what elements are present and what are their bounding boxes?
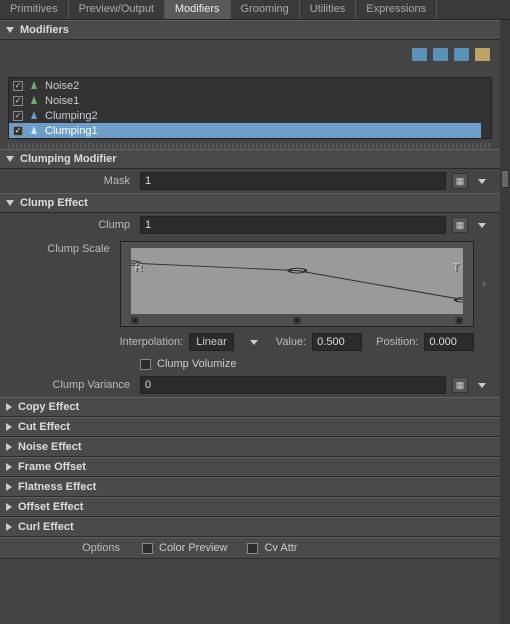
tab-grooming[interactable]: Grooming: [231, 0, 300, 19]
enable-checkbox[interactable]: [13, 111, 23, 121]
curve-position-label: Position:: [376, 336, 418, 348]
tab-expressions[interactable]: Expressions: [356, 0, 437, 19]
collapse-icon: [6, 156, 14, 162]
tab-bar: Primitives Preview/Output Modifiers Groo…: [0, 0, 510, 20]
enable-checkbox[interactable]: [13, 81, 23, 91]
section-title: Modifiers: [20, 24, 69, 36]
tab-modifiers[interactable]: Modifiers: [165, 0, 231, 19]
clump-effect-header[interactable]: Clump Effect: [0, 193, 500, 213]
list-item-label: Clumping1: [45, 125, 487, 137]
section-title: Offset Effect: [18, 501, 83, 513]
modifier-list-toolbar: [0, 48, 500, 65]
modifier-list: Noise2 Noise1 Clumping2 Clumping1: [8, 77, 492, 139]
interpolation-label: Interpolation:: [120, 336, 184, 348]
list-item-label: Clumping2: [45, 110, 487, 122]
clump-node-icon: [29, 111, 39, 121]
clump-volumize-label: Clump Volumize: [157, 358, 236, 370]
mask-input[interactable]: [140, 172, 446, 190]
expand-icon: [6, 523, 12, 531]
enable-checkbox[interactable]: [13, 96, 23, 106]
offset-effect-header[interactable]: Offset Effect: [0, 497, 500, 517]
interpolation-value: Linear: [196, 336, 227, 348]
noise-node-icon: [29, 96, 39, 106]
mask-label: Mask: [10, 175, 140, 187]
list-item-label: Noise2: [45, 80, 487, 92]
collapse-icon: [6, 200, 14, 206]
move-down-icon[interactable]: [433, 48, 448, 61]
clump-input[interactable]: [140, 216, 446, 234]
list-scrollbar[interactable]: [481, 78, 491, 138]
clumping-modifier-header[interactable]: Clumping Modifier: [0, 149, 500, 169]
curve-plot: [131, 248, 464, 314]
tab-primitives[interactable]: Primitives: [0, 0, 69, 19]
interpolation-select[interactable]: Linear: [189, 333, 234, 351]
expand-icon: [6, 503, 12, 511]
list-item-label: Noise1: [45, 95, 487, 107]
list-item[interactable]: Clumping2: [9, 108, 491, 123]
section-title: Clumping Modifier: [20, 153, 117, 165]
clump-volumize-checkbox[interactable]: [140, 359, 151, 370]
tab-utilities[interactable]: Utilities: [300, 0, 356, 19]
expand-icon: [6, 443, 12, 451]
scroll-thumb[interactable]: [501, 170, 509, 188]
curve-left-marker: R: [135, 262, 143, 274]
section-title: Flatness Effect: [18, 481, 96, 493]
list-item[interactable]: Noise2: [9, 78, 491, 93]
noise-effect-header[interactable]: Noise Effect: [0, 437, 500, 457]
curl-effect-header[interactable]: Curl Effect: [0, 517, 500, 537]
connect-map-icon[interactable]: ▦: [452, 377, 468, 393]
collapse-icon: [6, 27, 14, 33]
curve-handle-mid-icon[interactable]: ▣: [293, 315, 302, 326]
frame-offset-header[interactable]: Frame Offset: [0, 457, 500, 477]
color-preview-checkbox[interactable]: [142, 543, 153, 554]
section-title: Curl Effect: [18, 521, 74, 533]
clump-node-icon: [29, 126, 39, 136]
clump-variance-input[interactable]: [140, 376, 446, 394]
clump-label: Clump: [10, 219, 140, 231]
flatness-effect-header[interactable]: Flatness Effect: [0, 477, 500, 497]
mask-menu-icon[interactable]: [474, 173, 490, 189]
cv-attr-label: Cv Attr: [264, 542, 297, 554]
clump-variance-label: Clump Variance: [10, 379, 140, 391]
curve-position-input[interactable]: [424, 333, 474, 351]
connect-map-icon[interactable]: ▦: [452, 173, 468, 189]
noise-node-icon: [29, 81, 39, 91]
curve-value-input[interactable]: [312, 333, 362, 351]
section-title: Cut Effect: [18, 421, 70, 433]
cv-attr-checkbox[interactable]: [247, 543, 258, 554]
clump-menu-icon[interactable]: [474, 217, 490, 233]
connect-map-icon[interactable]: ▦: [452, 217, 468, 233]
curve-right-marker: T: [453, 262, 460, 274]
curve-handle-left-icon[interactable]: ▣: [131, 315, 140, 326]
variance-menu-icon[interactable]: [474, 377, 490, 393]
curve-expand-icon[interactable]: ›: [478, 241, 490, 327]
curve-handle-right-icon[interactable]: ▣: [455, 315, 464, 326]
section-title: Noise Effect: [18, 441, 82, 453]
expand-icon: [6, 463, 12, 471]
color-preview-label: Color Preview: [159, 542, 227, 554]
copy-effect-header[interactable]: Copy Effect: [0, 397, 500, 417]
section-title: Clump Effect: [20, 197, 88, 209]
expand-icon: [6, 483, 12, 491]
options-label: Options: [10, 542, 130, 554]
curve-value-label: Value:: [276, 336, 306, 348]
interpolation-dropdown-icon[interactable]: [246, 334, 262, 350]
section-title: Copy Effect: [18, 401, 79, 413]
section-title: Frame Offset: [18, 461, 86, 473]
clump-scale-label: Clump Scale: [10, 241, 120, 255]
enable-checkbox[interactable]: [13, 126, 23, 136]
expand-icon: [6, 403, 12, 411]
add-modifier-icon[interactable]: [454, 48, 469, 61]
move-up-icon[interactable]: [412, 48, 427, 61]
modifiers-section-header[interactable]: Modifiers: [0, 20, 500, 40]
main-scrollbar[interactable]: [500, 20, 510, 624]
list-item[interactable]: Noise1: [9, 93, 491, 108]
list-item[interactable]: Clumping1: [9, 123, 491, 138]
cut-effect-header[interactable]: Cut Effect: [0, 417, 500, 437]
open-folder-icon[interactable]: [475, 48, 490, 61]
expand-icon: [6, 423, 12, 431]
tab-preview-output[interactable]: Preview/Output: [69, 0, 165, 19]
clump-scale-curve-editor[interactable]: R T ▣ ▣ ▣: [120, 241, 475, 327]
